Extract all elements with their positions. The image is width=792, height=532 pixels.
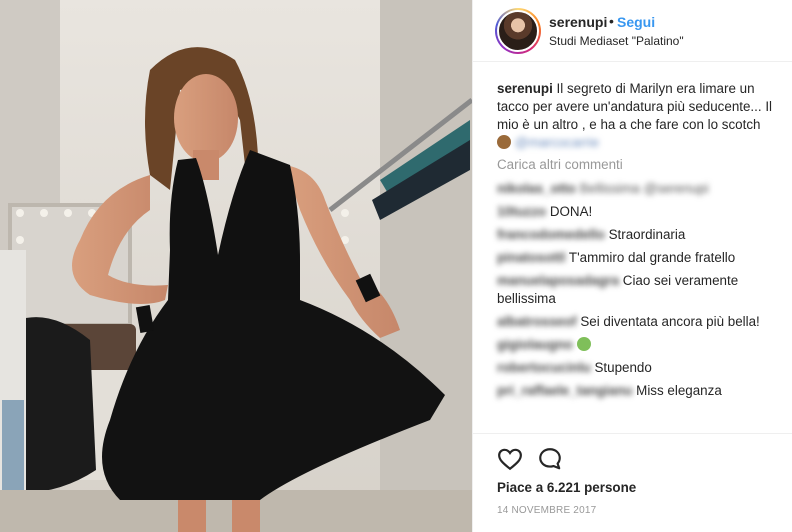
comment-username[interactable]: francodomedello bbox=[497, 227, 605, 242]
follow-button[interactable]: Segui bbox=[617, 14, 655, 30]
post-actions: Piace a 6.221 persone 14 NOVEMBRE 2017 bbox=[473, 433, 792, 532]
post-photo[interactable] bbox=[0, 0, 472, 532]
caption: serenupi Il segreto di Marilyn era limar… bbox=[497, 80, 773, 152]
sick-face-emoji-icon bbox=[576, 337, 591, 351]
comment-item: francodomedello Straordinaria bbox=[497, 226, 773, 244]
post-date[interactable]: 14 NOVEMBRE 2017 bbox=[497, 505, 596, 516]
comment-item: robertocucinlu Stupendo bbox=[497, 359, 773, 377]
post-username[interactable]: serenupi bbox=[549, 14, 607, 30]
caption-mention[interactable]: @marcocarrie bbox=[515, 135, 599, 150]
comment-item: gigiolaugno bbox=[497, 336, 773, 354]
comment-username[interactable]: manuelaposadagra bbox=[497, 273, 619, 288]
comment-username[interactable]: pri_raffaele_tangianu bbox=[497, 383, 632, 398]
comment-item: nikolas_otto Bellissima @serenupi bbox=[497, 180, 773, 198]
comment-text: Stupendo bbox=[594, 360, 652, 375]
comment-item: albatrosseof Sei diventata ancora più be… bbox=[497, 313, 773, 331]
location-link[interactable]: Studi Mediaset "Palatino" bbox=[549, 34, 684, 48]
comment-username[interactable]: albatrosseof bbox=[497, 314, 577, 329]
comment-text: Miss eleganza bbox=[636, 383, 722, 398]
likes-count[interactable]: Piace a 6.221 persone bbox=[497, 480, 636, 495]
comment-username[interactable]: pinatosottl bbox=[497, 250, 565, 265]
comment-text: Bellissima @serenupi bbox=[579, 181, 709, 196]
comment-item: pinatosottl T'ammiro dal grande fratello bbox=[497, 249, 773, 267]
caption-username[interactable]: serenupi bbox=[497, 81, 553, 96]
heart-icon[interactable] bbox=[497, 446, 523, 472]
speech-bubble-icon[interactable] bbox=[537, 446, 563, 472]
comment-text: DONA! bbox=[549, 204, 593, 219]
comments-section: serenupi Il segreto di Marilyn era limar… bbox=[497, 80, 773, 405]
comment-text: Straordinaria bbox=[608, 227, 686, 242]
comment-username[interactable]: gigiolaugno bbox=[497, 337, 573, 352]
comment-text: T'ammiro dal grande fratello bbox=[568, 250, 736, 265]
monkey-emoji-icon bbox=[497, 135, 511, 149]
comment-username[interactable]: nikolas_otto bbox=[497, 181, 576, 196]
photo-illustration bbox=[0, 0, 472, 532]
post-sidebar: serenupi • Segui Studi Mediaset "Palatin… bbox=[472, 0, 792, 532]
comment-text: Sei diventata ancora più bella! bbox=[580, 314, 760, 329]
separator-dot: • bbox=[609, 13, 614, 29]
comment-username[interactable]: robertocucinlu bbox=[497, 360, 591, 375]
comment-item: 10tuzzo DONA! bbox=[497, 203, 773, 221]
comment-item: pri_raffaele_tangianu Miss eleganza bbox=[497, 382, 773, 400]
post-header: serenupi • Segui Studi Mediaset "Palatin… bbox=[473, 0, 792, 62]
load-more-comments-button[interactable]: Carica altri commenti bbox=[497, 156, 773, 174]
comment-item: manuelaposadagra Ciao sei veramente bell… bbox=[497, 272, 773, 308]
avatar[interactable] bbox=[495, 8, 541, 54]
comment-username[interactable]: 10tuzzo bbox=[497, 204, 546, 219]
